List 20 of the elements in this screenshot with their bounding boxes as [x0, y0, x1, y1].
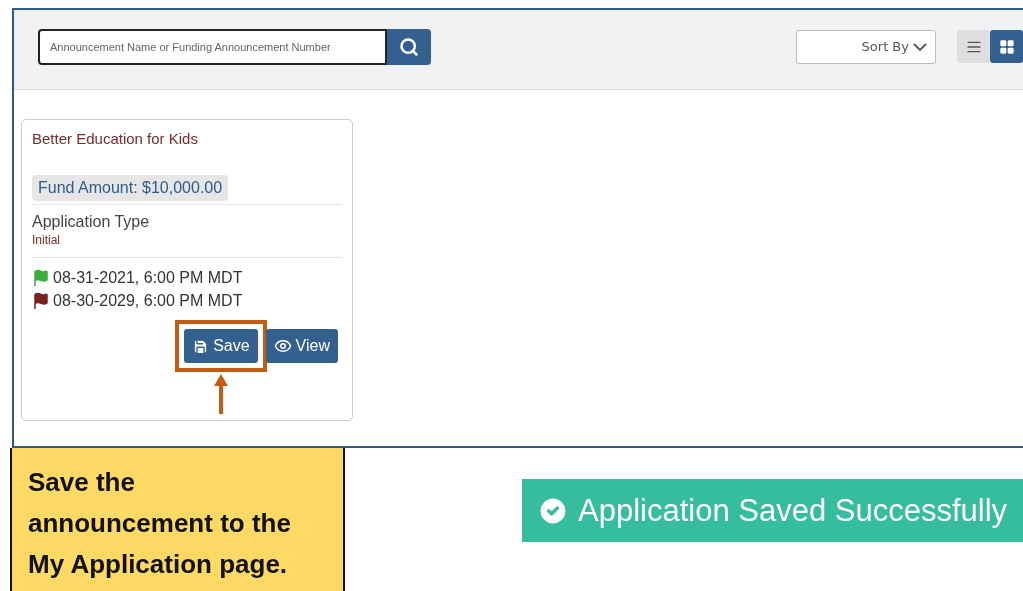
pointer-arrow: [213, 374, 228, 414]
toast-message: Application Saved Successfully: [578, 492, 1008, 529]
view-button[interactable]: View: [265, 329, 338, 363]
sort-dropdown[interactable]: Sort By: [796, 29, 936, 64]
field-value: Initial: [32, 233, 61, 247]
field-label: Application Type: [32, 213, 151, 231]
search-button[interactable]: [387, 28, 431, 65]
save-button[interactable]: Save: [184, 329, 258, 363]
date-text: 08-31-2021, 6:00 PM MDT: [53, 269, 243, 287]
date-text: 08-30-2029, 6:00 PM MDT: [53, 292, 243, 310]
grid-icon: [998, 38, 1015, 55]
card-title: Better Education for Kids: [32, 130, 199, 147]
fund-amount-badge: Fund Amount: $10,000.00: [32, 175, 229, 201]
list-view-toggle[interactable]: [957, 30, 990, 63]
search-icon: [399, 36, 419, 57]
search-field[interactable]: Announcement Name or Funding Announcement Number: [38, 28, 387, 65]
callout-note: Save the announcement to the My Application page.: [10, 448, 345, 591]
grid-view-toggle[interactable]: [990, 30, 1023, 63]
eye-icon: [273, 337, 292, 355]
chevron-down-icon: [913, 42, 927, 51]
